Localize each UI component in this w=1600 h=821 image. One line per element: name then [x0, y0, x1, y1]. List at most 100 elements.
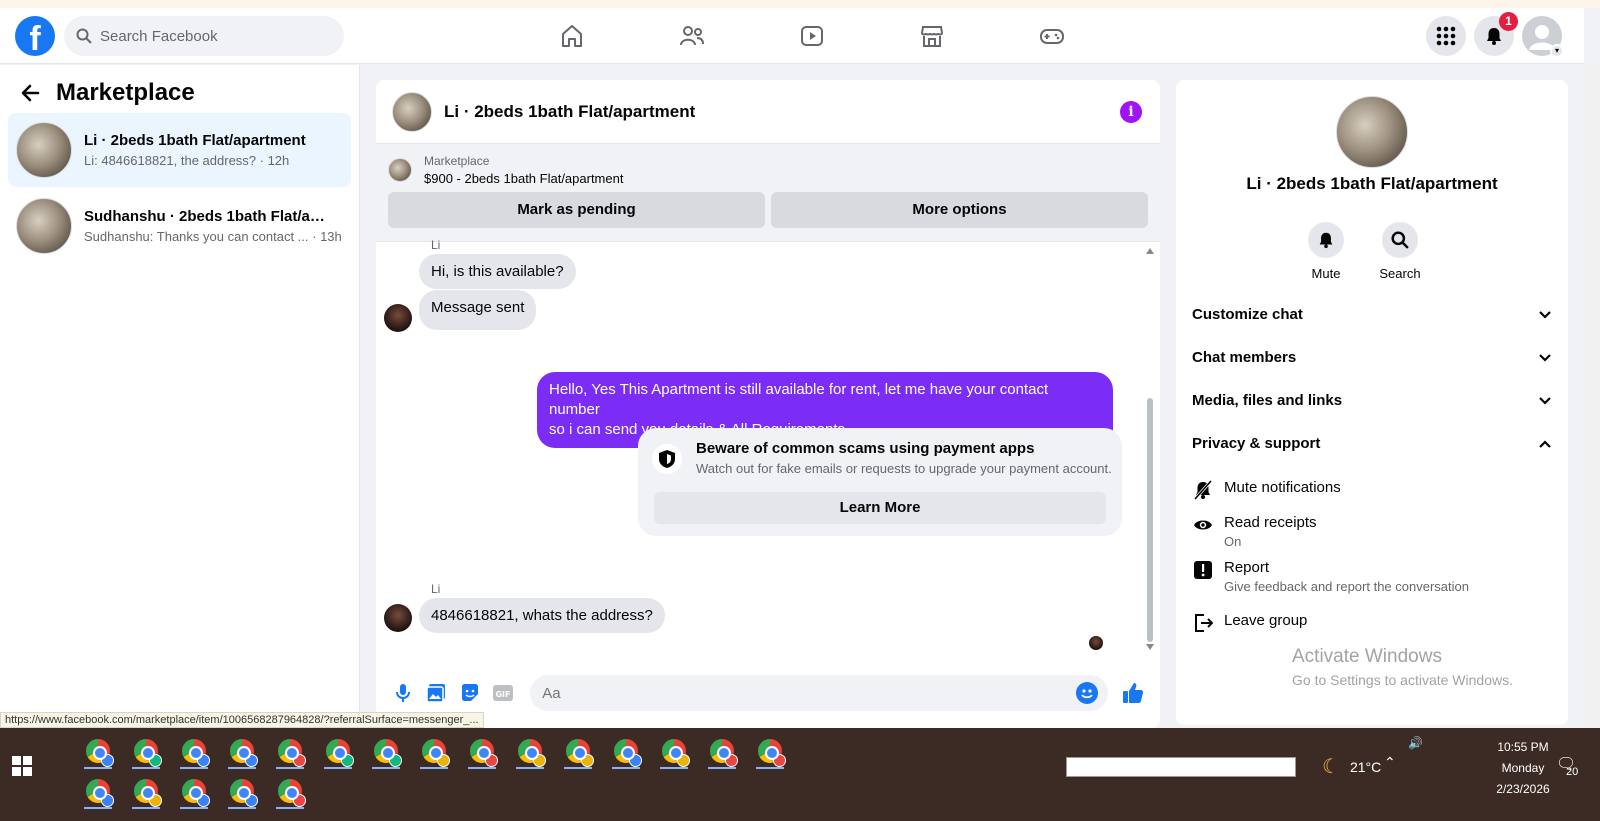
notifications-button[interactable]: 1 — [1474, 12, 1518, 56]
taskbar-chrome-window[interactable] — [124, 732, 168, 770]
nav-right-actions: 1 ▾ — [1426, 12, 1564, 58]
back-arrow-icon[interactable] — [20, 83, 40, 103]
taskbar-chrome-window[interactable] — [652, 732, 696, 770]
gif-icon[interactable]: GIF — [491, 680, 517, 706]
message-list[interactable]: Li Hi, is this available? Message sent H… — [376, 238, 1160, 656]
sender-avatar[interactable] — [384, 604, 412, 632]
taskbar-chrome-window[interactable] — [76, 732, 120, 770]
sender-avatar[interactable] — [384, 304, 412, 332]
learn-more-button[interactable]: Learn More — [654, 492, 1106, 524]
taskbar-chrome-window[interactable] — [556, 732, 600, 770]
nav-gaming[interactable] — [992, 8, 1112, 64]
privacy-support-section[interactable]: Privacy & support — [1192, 435, 1552, 452]
notification-center[interactable]: 🗨 20 — [1556, 754, 1578, 778]
chat-scroll-thumb[interactable] — [1147, 398, 1153, 642]
nav-marketplace[interactable] — [872, 8, 992, 64]
taskbar-chrome-window[interactable] — [172, 732, 216, 770]
mute-action[interactable]: Mute — [1306, 222, 1346, 281]
taskbar-chrome-window[interactable] — [508, 732, 552, 770]
message-input-box[interactable] — [530, 675, 1109, 711]
message-bubble[interactable]: 4846618821, whats the address? — [419, 598, 665, 633]
mute-notifications-item[interactable]: Mute notifications — [1192, 479, 1552, 501]
mark-as-pending-button[interactable]: Mark as pending — [388, 192, 765, 228]
search-input[interactable] — [100, 27, 320, 45]
chrome-icon — [518, 739, 546, 767]
running-indicator — [708, 767, 736, 769]
chat-details-actions: Mute Search — [1306, 222, 1421, 281]
listing-title[interactable]: $900 - 2beds 1bath Flat/apartment — [424, 171, 623, 186]
profile-badge-icon — [629, 754, 642, 767]
taskbar-chrome-window[interactable] — [364, 732, 408, 770]
chevron-up-icon[interactable]: ⌃ — [1384, 754, 1396, 771]
taskbar-chrome-window[interactable] — [124, 772, 168, 810]
running-indicator — [132, 807, 160, 809]
taskbar-chrome-window[interactable] — [220, 732, 264, 770]
item-sub: On — [1224, 534, 1242, 549]
leave-group-item[interactable]: Leave group — [1192, 612, 1552, 634]
chrome-icon — [182, 739, 210, 767]
chat-details-thumbnail[interactable] — [1336, 96, 1408, 168]
media-files-section[interactable]: Media, files and links — [1192, 392, 1552, 409]
speaker-icon[interactable]: 🔊 — [1408, 736, 1423, 750]
profile-badge-icon — [725, 754, 738, 767]
message-input[interactable] — [542, 684, 1063, 702]
conversation-item[interactable]: Sudhanshu · 2beds 1bath Flat/apar... Sud… — [8, 189, 351, 263]
taskbar-chrome-window[interactable] — [604, 732, 648, 770]
weather-widget[interactable]: ☾ 21°C — [1322, 754, 1381, 779]
nav-home[interactable] — [512, 8, 632, 64]
report-icon — [1192, 559, 1214, 581]
nav-watch[interactable] — [752, 8, 872, 64]
more-options-button[interactable]: More options — [771, 192, 1148, 228]
home-icon — [562, 25, 582, 47]
running-indicator — [756, 767, 784, 769]
nav-friends[interactable] — [632, 8, 752, 64]
taskbar-chrome-window[interactable] — [700, 732, 744, 770]
chrome-icon — [470, 739, 498, 767]
scroll-down-icon[interactable] — [1146, 644, 1154, 650]
emoji-icon[interactable] — [1076, 682, 1099, 704]
search-action[interactable]: Search — [1379, 222, 1421, 281]
read-receipts-item[interactable]: Read receipts On — [1192, 514, 1552, 549]
taskbar-chrome-window[interactable] — [412, 732, 456, 770]
thumbs-up-icon[interactable] — [1120, 680, 1146, 706]
friends-icon — [680, 26, 704, 46]
chat-avatar[interactable] — [392, 91, 432, 132]
report-item[interactable]: Report Give feedback and report the conv… — [1192, 559, 1552, 594]
photo-icon[interactable] — [424, 680, 450, 706]
taskbar-chrome-window[interactable] — [460, 732, 504, 770]
conversation-item[interactable]: Li · 2beds 1bath Flat/apartment Li: 4846… — [8, 113, 351, 187]
bell-icon — [1308, 222, 1344, 258]
taskbar-search-box[interactable] — [1066, 757, 1296, 777]
sidebar-header: Marketplace — [0, 65, 359, 113]
running-indicator — [276, 767, 304, 769]
svg-text:GIF: GIF — [496, 690, 511, 699]
menu-button[interactable] — [1426, 16, 1466, 56]
weather-temp: 21°C — [1349, 758, 1382, 775]
search-box[interactable] — [64, 16, 344, 56]
chrome-icon — [230, 779, 258, 807]
sticker-icon[interactable] — [457, 680, 483, 706]
taskbar-chrome-window[interactable] — [748, 732, 792, 770]
window-scrollbar[interactable] — [1584, 64, 1600, 728]
customize-chat-section[interactable]: Customize chat — [1192, 306, 1552, 323]
taskbar-chrome-window[interactable] — [268, 732, 312, 770]
taskbar-chrome-window[interactable] — [220, 772, 264, 810]
scroll-up-icon[interactable] — [1146, 248, 1154, 254]
taskbar-chrome-window[interactable] — [172, 772, 216, 810]
message-bubble[interactable]: Message sent — [419, 290, 537, 330]
chevron-down-icon: ▾ — [1550, 44, 1564, 58]
microphone-icon[interactable] — [390, 680, 416, 706]
bell-off-icon — [1192, 479, 1214, 501]
chat-title[interactable]: Li · 2beds 1bath Flat/apartment — [444, 102, 695, 122]
account-button[interactable]: ▾ — [1522, 16, 1564, 58]
taskbar-chrome-window[interactable] — [316, 732, 360, 770]
taskbar-clock[interactable]: 10:55 PM Monday 2/23/2026 — [1478, 737, 1568, 800]
taskbar-chrome-window[interactable] — [268, 772, 312, 810]
running-indicator — [84, 767, 112, 769]
info-icon[interactable]: i — [1120, 101, 1142, 123]
taskbar-chrome-window[interactable] — [76, 772, 120, 810]
message-bubble[interactable]: Hi, is this available? — [419, 254, 576, 289]
facebook-logo-icon[interactable]: f — [15, 16, 55, 56]
windows-start-icon[interactable] — [12, 756, 32, 776]
chat-members-section[interactable]: Chat members — [1192, 349, 1552, 366]
